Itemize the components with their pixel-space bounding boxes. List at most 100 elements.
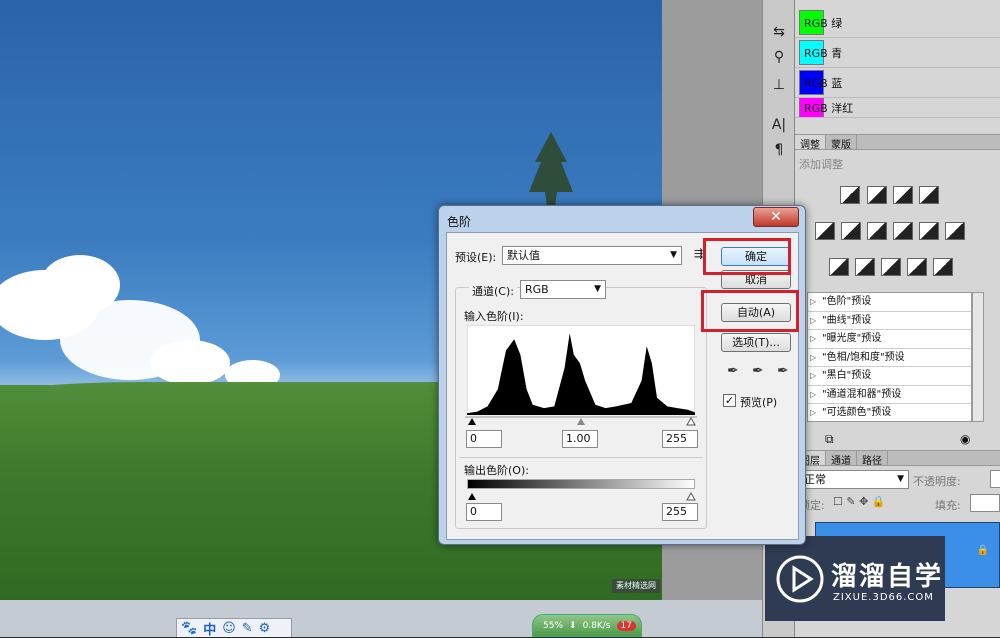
- options-button[interactable]: 选项(T)...: [721, 333, 791, 352]
- notification-badge: 17: [616, 620, 636, 631]
- site-logo: 溜溜自学 ZIXUE.3D66.COM: [765, 536, 945, 621]
- black-eyedropper-icon[interactable]: ✒: [727, 363, 739, 379]
- channel-mixer-icon[interactable]: [945, 222, 965, 240]
- fill-label: 填充:: [935, 499, 961, 512]
- network-meter[interactable]: 55% ⬇ 0.8K/s 17: [532, 614, 642, 637]
- vibrance-icon[interactable]: [815, 222, 835, 240]
- swatch-row[interactable]: RGB 绿: [795, 8, 1000, 38]
- channel-label: 通道(C):: [469, 283, 517, 299]
- preset-item[interactable]: "曲线"预设: [808, 312, 971, 330]
- swatch-row[interactable]: RGB 蓝: [795, 68, 1000, 98]
- paw-icon[interactable]: 🐾: [181, 621, 197, 636]
- lock-icons[interactable]: ☐ ✎ ✥ 🔒: [833, 495, 885, 508]
- hue-saturation-icon[interactable]: [841, 222, 861, 240]
- clone-source-icon[interactable]: ⚲: [769, 47, 789, 67]
- visibility-icon[interactable]: ◉: [960, 432, 970, 446]
- output-slider[interactable]: [465, 491, 697, 501]
- output-black-handle[interactable]: [468, 493, 476, 500]
- preset-select[interactable]: 默认值 ▼: [502, 246, 682, 265]
- highlight-ok: [703, 238, 791, 275]
- smiley-icon[interactable]: ☺: [222, 621, 236, 636]
- output-white-handle[interactable]: [686, 491, 696, 501]
- input-gamma-field[interactable]: 1.00: [562, 430, 598, 448]
- black-point-handle[interactable]: [468, 418, 476, 425]
- swatch-label: RGB 青: [804, 46, 843, 60]
- invert-icon[interactable]: [829, 258, 849, 276]
- brush-presets-icon[interactable]: ⇆: [769, 22, 789, 42]
- tab-paths[interactable]: 路径: [857, 451, 888, 467]
- tab-adjustments[interactable]: 调整: [795, 135, 826, 151]
- opacity-field[interactable]: [990, 470, 1000, 488]
- dialog-body: 预设(E): 默认值 ▼ ⇶ 通道(C): RGB ▼ 输入色阶(I): 0 1…: [446, 232, 799, 540]
- preview-checkbox[interactable]: ✓: [723, 394, 736, 407]
- play-logo-icon: [776, 555, 824, 603]
- output-white-field[interactable]: 255: [662, 503, 698, 521]
- levels-dialog: 色阶 ✕ 预设(E): 默认值 ▼ ⇶ 通道(C): RGB ▼ 输入色阶(I)…: [438, 205, 806, 545]
- dialog-title: 色阶: [447, 215, 472, 229]
- swatch-row[interactable]: RGB 洋红: [795, 98, 1000, 118]
- download-icon: ⬇: [569, 620, 577, 631]
- adjust-hint: 添加调整: [799, 158, 843, 171]
- color-balance-icon[interactable]: [867, 222, 887, 240]
- curves-icon[interactable]: [893, 186, 913, 204]
- tab-masks[interactable]: 蒙版: [826, 135, 857, 151]
- opacity-label: 不透明度:: [913, 475, 961, 488]
- input-black-field[interactable]: 0: [466, 430, 502, 448]
- photo-filter-icon[interactable]: [919, 222, 939, 240]
- input-white-field[interactable]: 255: [662, 430, 698, 448]
- clip-layer-icon[interactable]: ⧉: [825, 432, 834, 447]
- chevron-down-icon: ▼: [594, 284, 601, 294]
- close-icon[interactable]: ✕: [753, 207, 799, 227]
- output-black-field[interactable]: 0: [466, 503, 502, 521]
- highlight-auto: [701, 290, 799, 332]
- brightness-icon[interactable]: [840, 186, 860, 204]
- pen-icon[interactable]: ✎: [242, 621, 253, 636]
- histogram-chart: [467, 325, 695, 415]
- tab-channels[interactable]: 通道: [826, 451, 857, 467]
- logo-subtitle: ZIXUE.3D66.COM: [833, 592, 934, 603]
- posterize-icon[interactable]: [855, 258, 875, 276]
- stamp-icon[interactable]: ⊥: [769, 75, 789, 95]
- output-levels-label: 输出色阶(O):: [464, 464, 529, 477]
- levels-icon[interactable]: [867, 186, 887, 204]
- swatch-label: RGB 绿: [804, 16, 843, 30]
- output-gradient-bar: [467, 479, 695, 489]
- preset-item[interactable]: "黑白"预设: [808, 367, 971, 386]
- gear-icon[interactable]: ⚙: [259, 621, 271, 636]
- fill-field[interactable]: [970, 494, 1000, 512]
- net-speed: 0.8K/s: [582, 620, 611, 631]
- input-levels-label: 输入色阶(I):: [464, 310, 524, 323]
- taskbar: [0, 600, 765, 637]
- white-point-handle[interactable]: [686, 416, 696, 426]
- white-eyedropper-icon[interactable]: ✒: [777, 363, 789, 379]
- adjustment-presets-list: "色阶"预设 "曲线"预设 "曝光度"预设 "色相/饱和度"预设 "黑白"预设 …: [807, 292, 972, 422]
- paragraph-icon[interactable]: ¶: [769, 140, 789, 160]
- gray-eyedropper-icon[interactable]: ✒: [752, 363, 764, 379]
- input-slider[interactable]: [465, 415, 697, 427]
- exposure-icon[interactable]: [919, 186, 939, 204]
- ime-toolbar[interactable]: 🐾 中 ☺ ✎ ⚙: [176, 618, 292, 638]
- preset-item[interactable]: "曝光度"预设: [808, 330, 971, 349]
- gamma-handle[interactable]: [577, 418, 585, 425]
- layers-tabbar: 图层 通道 路径: [795, 450, 1000, 467]
- black-white-icon[interactable]: [893, 222, 913, 240]
- net-percent: 55%: [543, 620, 564, 631]
- ime-mode[interactable]: 中: [203, 619, 216, 638]
- channel-select[interactable]: RGB ▼: [520, 280, 606, 299]
- preset-options-icon[interactable]: ⇶: [694, 247, 703, 260]
- threshold-icon[interactable]: [881, 258, 901, 276]
- character-icon[interactable]: A|: [769, 115, 789, 135]
- presets-scrollbar[interactable]: [972, 292, 984, 422]
- preset-item[interactable]: "可选颜色"预设: [808, 404, 971, 423]
- blend-mode-select[interactable]: 正常 ▼: [799, 470, 909, 489]
- channel-value: RGB: [525, 283, 549, 296]
- selective-color-icon[interactable]: [933, 258, 953, 276]
- swatch-row[interactable]: RGB 青: [795, 38, 1000, 68]
- preset-item[interactable]: "通道混和器"预设: [808, 386, 971, 404]
- adjustments-tabbar: 调整 蒙版: [795, 134, 1000, 151]
- gradient-map-icon[interactable]: [907, 258, 927, 276]
- swatch-label: RGB 蓝: [804, 76, 843, 90]
- chevron-down-icon: ▼: [897, 474, 904, 484]
- preset-item[interactable]: "色阶"预设: [808, 293, 971, 312]
- preset-item[interactable]: "色相/饱和度"预设: [808, 349, 971, 367]
